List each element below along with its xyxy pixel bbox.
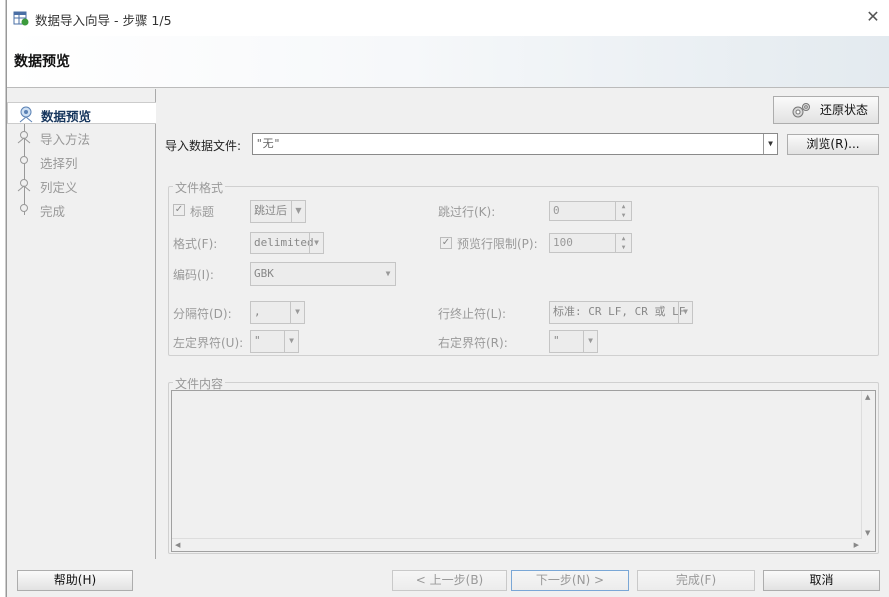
- wizard-steps-nav: 数据预览 导入方法 选择列 列定义 完成: [7, 89, 156, 559]
- close-icon[interactable]: ✕: [864, 8, 882, 26]
- step-data-preview[interactable]: 数据预览: [7, 102, 156, 124]
- right-enclosure-label: 右定界符(R):: [438, 336, 508, 350]
- skip-rows-value: 0: [553, 204, 560, 217]
- header-mode-value: 跳过后: [254, 204, 287, 217]
- line-terminator-value: 标准: CR LF, CR 或 LF: [553, 305, 686, 318]
- title-bar: 数据导入向导 - 步骤 1/5 ✕: [7, 0, 889, 36]
- scroll-right-icon[interactable]: ▶: [854, 541, 859, 549]
- preview-limit-label: 预览行限制(P):: [457, 237, 538, 251]
- line-terminator-label: 行终止符(L):: [438, 307, 507, 321]
- spin-down-icon[interactable]: ▼: [615, 211, 631, 220]
- import-file-combo[interactable]: "无" ▼: [252, 133, 778, 155]
- encoding-label: 编码(I):: [173, 268, 214, 282]
- preview-limit-spinner[interactable]: 100 ▲ ▼: [549, 233, 632, 253]
- scroll-left-icon[interactable]: ◀: [175, 541, 180, 549]
- format-value: delimited: [254, 236, 314, 249]
- main-panel: 还原状态 导入数据文件: "无" ▼ 浏览(R)... 文件格式 ✓ 标题 跳过…: [157, 89, 889, 559]
- left-enclosure-value: ": [254, 334, 261, 347]
- horizontal-scrollbar[interactable]: ◀ ▶: [172, 538, 862, 551]
- import-file-label: 导入数据文件:: [165, 139, 242, 153]
- step-pending-icon: [17, 179, 31, 192]
- scroll-up-icon[interactable]: ▲: [865, 393, 870, 401]
- right-enclosure-value: ": [553, 334, 560, 347]
- file-format-title: 文件格式: [173, 179, 226, 196]
- header-checkbox-label: 标题: [190, 205, 215, 219]
- window-title: 数据导入向导 - 步骤 1/5: [35, 13, 172, 28]
- delimiter-select[interactable]: , ▼: [250, 301, 305, 324]
- step-finish[interactable]: 完成: [7, 198, 156, 220]
- next-button[interactable]: 下一步(N) >: [511, 570, 629, 591]
- chevron-down-icon: ▼: [583, 331, 597, 352]
- delimiter-value: ,: [254, 305, 261, 318]
- back-button[interactable]: < 上一步(B): [392, 570, 507, 591]
- format-label: 格式(F):: [173, 237, 218, 251]
- browse-button[interactable]: 浏览(R)...: [787, 134, 879, 155]
- encoding-select[interactable]: GBK ▼: [250, 262, 396, 286]
- chevron-down-icon: ▼: [290, 302, 304, 323]
- header-mode-select[interactable]: 跳过后 ▼: [250, 200, 306, 223]
- wizard-header: 数据预览: [7, 36, 889, 88]
- scroll-down-icon[interactable]: ▼: [865, 529, 870, 537]
- import-wizard-dialog: 数据导入向导 - 步骤 1/5 ✕ 数据预览 数据预览 导入方法 选择列 列定义…: [6, 0, 889, 597]
- chevron-down-icon: ▼: [291, 201, 305, 222]
- spin-up-icon[interactable]: ▲: [615, 234, 631, 243]
- page-title: 数据预览: [14, 54, 70, 70]
- header-checkbox[interactable]: ✓: [173, 204, 185, 216]
- encoding-value: GBK: [254, 267, 274, 280]
- line-terminator-select[interactable]: 标准: CR LF, CR 或 LF ▼: [549, 301, 693, 324]
- chevron-down-icon: ▼: [678, 302, 692, 323]
- chevron-down-icon: ▼: [385, 269, 391, 278]
- left-enclosure-select[interactable]: " ▼: [250, 330, 299, 353]
- step-column-definition[interactable]: 列定义: [7, 174, 156, 196]
- skip-rows-spinner[interactable]: 0 ▲ ▼: [549, 201, 632, 221]
- spin-up-icon[interactable]: ▲: [615, 202, 631, 211]
- restore-state-label: 还原状态: [819, 103, 868, 117]
- left-enclosure-label: 左定界符(U):: [173, 336, 244, 350]
- restore-state-button[interactable]: 还原状态: [773, 96, 879, 124]
- step-label: 导入方法: [40, 132, 91, 147]
- vertical-scrollbar[interactable]: ▲ ▼: [861, 391, 875, 539]
- finish-button[interactable]: 完成(F): [637, 570, 755, 591]
- delimiter-label: 分隔符(D):: [173, 307, 232, 321]
- step-current-icon: [19, 106, 33, 123]
- preview-limit-checkbox[interactable]: ✓: [440, 237, 452, 249]
- step-label: 完成: [40, 204, 66, 219]
- import-file-value: "无": [256, 137, 281, 150]
- step-select-columns[interactable]: 选择列: [7, 150, 156, 172]
- step-label: 列定义: [40, 180, 78, 195]
- step-label: 数据预览: [41, 109, 92, 124]
- database-table-icon: [13, 11, 29, 26]
- help-button[interactable]: 帮助(H): [17, 570, 133, 591]
- file-content-preview[interactable]: ▲ ▼ ◀ ▶: [171, 390, 876, 552]
- chevron-down-icon: ▼: [284, 331, 298, 352]
- chevron-down-icon: ▼: [309, 233, 323, 253]
- cancel-button[interactable]: 取消: [763, 570, 880, 591]
- right-enclosure-select[interactable]: " ▼: [549, 330, 598, 353]
- step-pending-icon: [20, 204, 28, 212]
- step-pending-icon: [17, 131, 31, 144]
- step-label: 选择列: [40, 156, 78, 171]
- gears-icon: [792, 103, 810, 118]
- format-select[interactable]: delimited ▼: [250, 232, 324, 254]
- preview-limit-value: 100: [553, 236, 573, 249]
- step-pending-icon: [20, 156, 28, 164]
- step-import-method[interactable]: 导入方法: [7, 126, 156, 148]
- spin-down-icon[interactable]: ▼: [615, 243, 631, 252]
- chevron-down-icon[interactable]: ▼: [763, 134, 777, 154]
- skip-rows-label: 跳过行(K):: [438, 205, 496, 219]
